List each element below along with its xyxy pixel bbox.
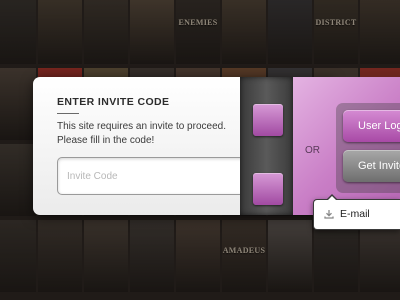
panel-heading: ENTER INVITE CODE	[57, 96, 170, 108]
panel-description: This site requires an invite to proceed.…	[57, 121, 226, 146]
or-separator: OR	[305, 145, 320, 156]
get-invite-button[interactable]: Get Invite	[343, 150, 400, 182]
email-option[interactable]: E-mail	[324, 208, 370, 220]
download-icon	[324, 210, 334, 219]
dropdown-caret-inner	[327, 196, 337, 201]
email-option-label: E-mail	[340, 208, 370, 220]
invite-code-input[interactable]	[58, 158, 242, 194]
email-dropdown: E-mail	[313, 194, 400, 230]
strip-swatch	[253, 173, 283, 205]
heading-divider	[57, 113, 79, 114]
strip-swatch	[253, 104, 283, 136]
film-strip-divider	[240, 77, 293, 215]
user-login-button[interactable]: User Login	[343, 110, 400, 142]
